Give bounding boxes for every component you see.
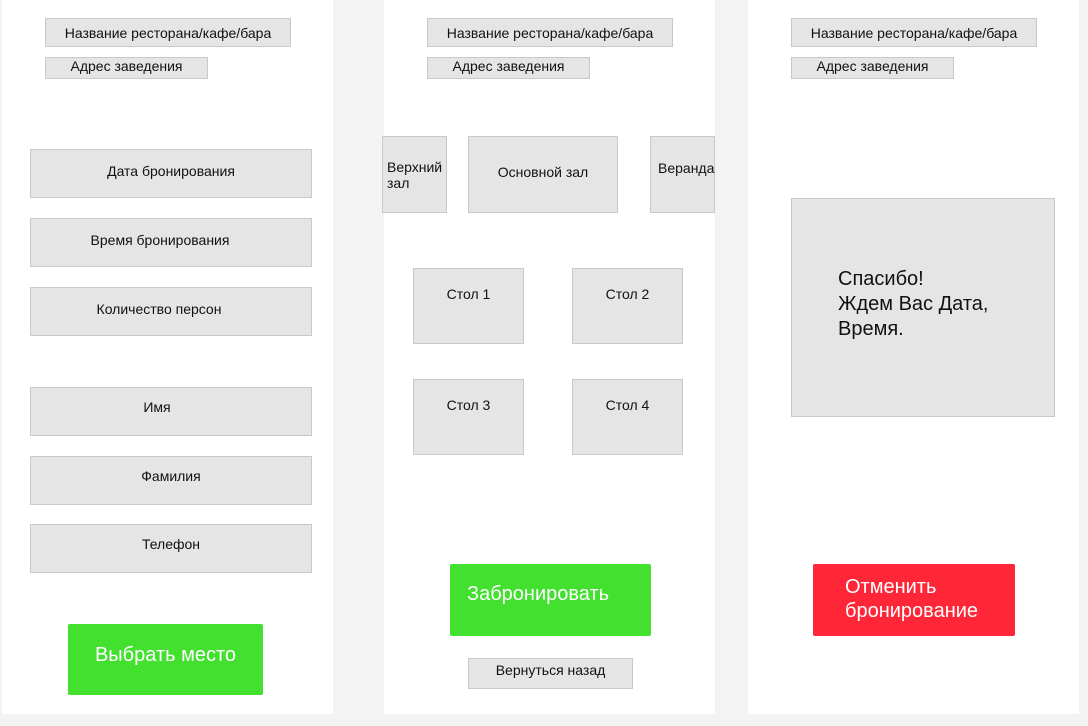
restaurant-address-text: Адрес заведения — [452, 58, 565, 74]
table-1[interactable]: Стол 1 — [413, 268, 524, 344]
confirmation-screen: Название ресторана/кафе/бара Адрес завед… — [748, 0, 1079, 714]
confirmation-message-box: Спасибо! Ждем Вас Дата, Время. — [791, 198, 1055, 417]
table-selection-screen: Название ресторана/кафе/бара Адрес завед… — [382, 0, 715, 714]
hall-main-label: Основной зал — [497, 163, 589, 180]
booking-time-field[interactable]: Время бронирования — [30, 218, 312, 267]
restaurant-address: Адрес заведения — [427, 57, 590, 79]
hall-upper[interactable]: Верхний зал — [382, 136, 447, 213]
hall-main[interactable]: Основной зал — [468, 136, 618, 213]
cancel-booking-label-1: Отменить — [845, 576, 937, 598]
hall-upper-label: Верхний — [387, 159, 443, 175]
table-4-label: Стол 4 — [605, 397, 650, 413]
persons-count-placeholder: Количество персон — [96, 300, 222, 317]
restaurant-address-text: Адрес заведения — [816, 58, 929, 74]
table-1-label: Стол 1 — [446, 286, 491, 302]
hall-veranda[interactable]: Веранда — [650, 136, 715, 213]
booking-date-placeholder: Дата бронирования — [107, 162, 235, 179]
table-2-label: Стол 2 — [605, 286, 650, 302]
phone-field[interactable]: Телефон — [30, 524, 312, 573]
hall-veranda-label: Веранда — [658, 160, 715, 176]
thanks-line-2: Ждем Вас Дата, — [838, 293, 989, 315]
back-button-label: Вернуться назад — [495, 662, 606, 678]
choose-place-label: Выбрать место — [94, 643, 237, 666]
restaurant-name-text: Название ресторана/кафе/бара — [446, 24, 654, 41]
restaurant-address: Адрес заведения — [45, 57, 208, 79]
thanks-line-3: Время. — [838, 318, 904, 340]
thanks-line-1: Спасибо! — [838, 268, 924, 290]
book-button-label: Забронировать — [467, 583, 610, 605]
hall-upper-label-2: зал — [387, 175, 410, 191]
booking-date-field[interactable]: Дата бронирования — [30, 149, 312, 198]
restaurant-name: Название ресторана/кафе/бара — [45, 18, 291, 47]
cancel-booking-button[interactable]: Отменить бронирование — [813, 564, 1015, 636]
restaurant-name-text: Название ресторана/кафе/бара — [810, 24, 1018, 41]
back-button[interactable]: Вернуться назад — [468, 658, 633, 689]
first-name-placeholder: Имя — [143, 398, 171, 415]
restaurant-name: Название ресторана/кафе/бара — [791, 18, 1037, 47]
book-button[interactable]: Забронировать — [450, 564, 651, 636]
last-name-placeholder: Фамилия — [141, 467, 201, 484]
restaurant-name: Название ресторана/кафе/бара — [427, 18, 673, 47]
restaurant-name-text: Название ресторана/кафе/бара — [64, 24, 272, 41]
choose-place-button[interactable]: Выбрать место — [68, 624, 263, 695]
confirmation-message: Спасибо! Ждем Вас Дата, Время. — [838, 267, 988, 342]
table-2[interactable]: Стол 2 — [572, 268, 683, 344]
table-3-label: Стол 3 — [446, 397, 491, 413]
restaurant-address-text: Адрес заведения — [70, 58, 183, 74]
restaurant-address: Адрес заведения — [791, 57, 954, 79]
booking-form-screen: Название ресторана/кафе/бара Адрес завед… — [2, 0, 333, 714]
first-name-field[interactable]: Имя — [30, 387, 312, 436]
booking-time-placeholder: Время бронирования — [90, 231, 230, 248]
table-4[interactable]: Стол 4 — [572, 379, 683, 455]
phone-placeholder: Телефон — [141, 535, 201, 552]
last-name-field[interactable]: Фамилия — [30, 456, 312, 505]
table-3[interactable]: Стол 3 — [413, 379, 524, 455]
cancel-booking-label-2: бронирование — [845, 600, 979, 622]
persons-count-field[interactable]: Количество персон — [30, 287, 312, 336]
